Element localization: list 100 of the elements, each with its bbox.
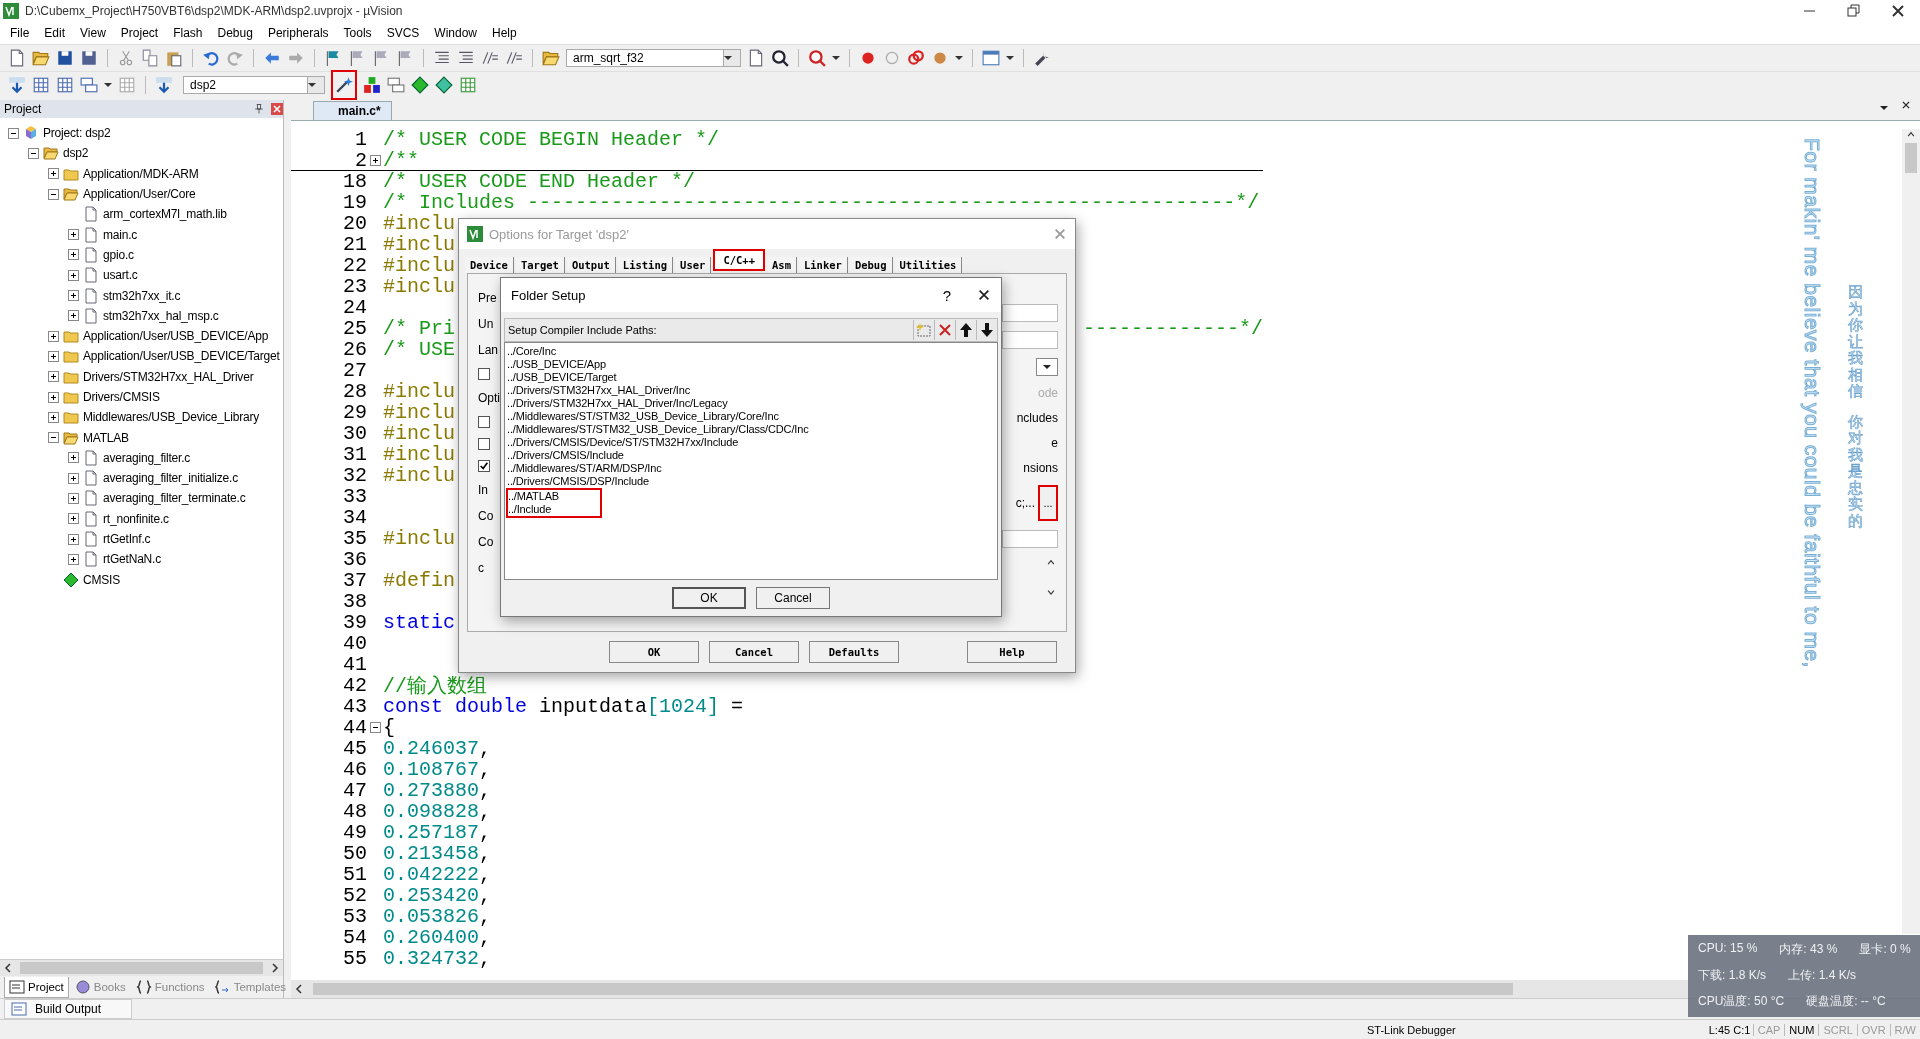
new-file-icon[interactable] bbox=[8, 49, 26, 67]
expand-toggle-icon[interactable] bbox=[48, 350, 59, 362]
list-item[interactable]: ../Middlewares/ST/STM32_USB_Device_Library/Class/CDC/Inc bbox=[507, 423, 995, 436]
dialog-button[interactable]: OK bbox=[609, 641, 699, 663]
tree-item[interactable]: stm32h7xx_it.c bbox=[103, 288, 181, 303]
list-item[interactable]: ../Middlewares/ST/ARM/DSP/Inc bbox=[507, 462, 995, 475]
dialog-button[interactable]: Cancel bbox=[756, 587, 830, 609]
tree-item[interactable]: gpio.c bbox=[103, 247, 134, 262]
scroll-down-icon[interactable] bbox=[1046, 587, 1056, 597]
expand-toggle-icon[interactable] bbox=[48, 411, 59, 423]
tree-item[interactable]: Application/User/Core bbox=[83, 187, 196, 202]
uncomment-icon[interactable] bbox=[505, 49, 523, 67]
menu-item[interactable]: SVCS bbox=[380, 26, 429, 40]
tree-item[interactable]: dsp2 bbox=[63, 146, 89, 161]
menu-item[interactable]: Peripherals bbox=[261, 26, 338, 40]
list-item[interactable]: ../Middlewares/ST/STM32_USB_Device_Library/Core/Inc bbox=[507, 410, 995, 423]
menu-item[interactable]: Help bbox=[486, 26, 526, 40]
expand-toggle-icon[interactable] bbox=[369, 154, 381, 166]
list-item[interactable]: ../Include bbox=[508, 503, 600, 516]
stack-icon[interactable] bbox=[80, 76, 98, 94]
checkbox[interactable] bbox=[478, 438, 490, 450]
list-item[interactable]: ../Core/Inc bbox=[507, 345, 995, 358]
tree-item[interactable]: Middlewares/USB_Device_Library bbox=[83, 410, 260, 425]
tab[interactable]: Asm bbox=[767, 257, 797, 273]
tree-item[interactable]: averaging_filter_initialize.c bbox=[103, 471, 238, 486]
scroll-thumb[interactable] bbox=[20, 962, 263, 974]
tab[interactable]: Linker bbox=[798, 257, 848, 273]
tree-item[interactable]: averaging_filter_terminate.c bbox=[103, 491, 246, 506]
collapse-toggle-icon[interactable] bbox=[8, 127, 19, 139]
tree-item[interactable]: Application/MDK-ARM bbox=[83, 166, 199, 181]
save-all-icon[interactable] bbox=[80, 49, 98, 67]
diamond-icon[interactable] bbox=[435, 76, 453, 94]
grid-icon[interactable] bbox=[56, 76, 74, 94]
tab[interactable]: Target bbox=[515, 257, 565, 273]
expand-toggle-icon[interactable] bbox=[68, 452, 79, 464]
paste-icon[interactable] bbox=[165, 49, 183, 67]
collapse-toggle-icon[interactable] bbox=[28, 147, 39, 159]
breakpoint-icon[interactable] bbox=[931, 49, 949, 67]
panel-tab[interactable]: Project bbox=[4, 976, 69, 998]
browse-button[interactable]: ... bbox=[1038, 485, 1058, 521]
dropdown[interactable] bbox=[1036, 358, 1058, 376]
collapse-toggle-icon[interactable] bbox=[48, 188, 59, 200]
scroll-left-icon[interactable] bbox=[294, 984, 304, 994]
list-item[interactable]: ../Drivers/CMSIS/DSP/Include bbox=[507, 475, 995, 488]
collapse-toggle-icon[interactable] bbox=[369, 722, 381, 733]
menu-item[interactable]: Window bbox=[428, 26, 486, 40]
list-item[interactable]: ../Drivers/CMSIS/Include bbox=[507, 449, 995, 462]
list-item[interactable]: ../USB_DEVICE/App bbox=[507, 358, 995, 371]
list-item[interactable]: ../Drivers/STM32H7xx_HAL_Driver/Inc/Legacy bbox=[507, 397, 995, 410]
tab[interactable]: Output bbox=[566, 257, 616, 273]
tab[interactable]: Debug bbox=[849, 257, 893, 273]
breakpoints-icon[interactable] bbox=[907, 49, 925, 67]
window-icon[interactable] bbox=[982, 49, 1000, 67]
tree-item[interactable]: CMSIS bbox=[83, 572, 120, 587]
tree-item[interactable]: rt_nonfinite.c bbox=[103, 511, 169, 526]
file-tab[interactable]: main.c* bbox=[313, 101, 392, 120]
tab[interactable]: User bbox=[675, 257, 712, 273]
tree-item[interactable]: rtGetNaN.c bbox=[103, 552, 161, 567]
tree-item[interactable]: usart.c bbox=[103, 268, 138, 283]
expand-toggle-icon[interactable] bbox=[48, 391, 59, 403]
tree-item[interactable]: main.c bbox=[103, 227, 138, 242]
scroll-thumb[interactable] bbox=[313, 983, 1513, 995]
list-item[interactable]: ../MATLAB bbox=[508, 490, 600, 503]
expand-toggle-icon[interactable] bbox=[68, 290, 79, 301]
tree-item[interactable]: MATLAB bbox=[83, 430, 129, 445]
scrollbar[interactable] bbox=[0, 959, 283, 976]
menu-item[interactable]: View bbox=[74, 26, 115, 40]
scroll-left-icon[interactable] bbox=[3, 963, 13, 973]
dialog-button[interactable]: Cancel bbox=[709, 641, 799, 663]
tree-item[interactable]: Project: dsp2 bbox=[43, 126, 111, 141]
tree-item[interactable]: Drivers/CMSIS bbox=[83, 390, 160, 404]
restore-icon[interactable] bbox=[1846, 3, 1862, 19]
checkbox[interactable] bbox=[478, 460, 490, 472]
scrollbar[interactable] bbox=[1902, 129, 1920, 934]
tree-item[interactable]: averaging_filter.c bbox=[103, 450, 191, 465]
expand-toggle-icon[interactable] bbox=[68, 533, 79, 545]
menu-item[interactable]: File bbox=[4, 26, 39, 40]
expand-toggle-icon[interactable] bbox=[68, 249, 79, 261]
open-folder-icon[interactable] bbox=[542, 49, 560, 67]
list-item[interactable]: ../USB_DEVICE/Target bbox=[507, 371, 995, 384]
checkbox[interactable] bbox=[478, 368, 490, 380]
blocks-icon[interactable] bbox=[363, 76, 381, 94]
scroll-up-icon[interactable] bbox=[1906, 129, 1916, 139]
expand-toggle-icon[interactable] bbox=[68, 493, 79, 504]
expand-toggle-icon[interactable] bbox=[68, 513, 79, 525]
comment-icon[interactable] bbox=[481, 49, 499, 67]
scroll-right-icon[interactable] bbox=[270, 963, 280, 973]
tree-item[interactable]: arm_cortexM7l_math.lib bbox=[103, 207, 227, 222]
menu-item[interactable]: Project bbox=[114, 26, 168, 40]
tab[interactable]: Device bbox=[465, 257, 514, 273]
close-icon[interactable] bbox=[1901, 100, 1911, 110]
expand-toggle-icon[interactable] bbox=[48, 371, 59, 383]
stack-icon[interactable] bbox=[387, 76, 405, 94]
checkbox[interactable] bbox=[478, 416, 490, 428]
find-icon[interactable] bbox=[747, 49, 765, 67]
menu-item[interactable]: Tools bbox=[337, 26, 381, 40]
list-item[interactable]: ../Drivers/CMSIS/Device/ST/STM32H7xx/Include bbox=[507, 436, 995, 449]
expand-toggle-icon[interactable] bbox=[48, 330, 59, 342]
tree-item[interactable]: Drivers/STM32H7xx_HAL_Driver bbox=[83, 369, 254, 384]
dialog-button[interactable]: Help bbox=[967, 641, 1057, 663]
